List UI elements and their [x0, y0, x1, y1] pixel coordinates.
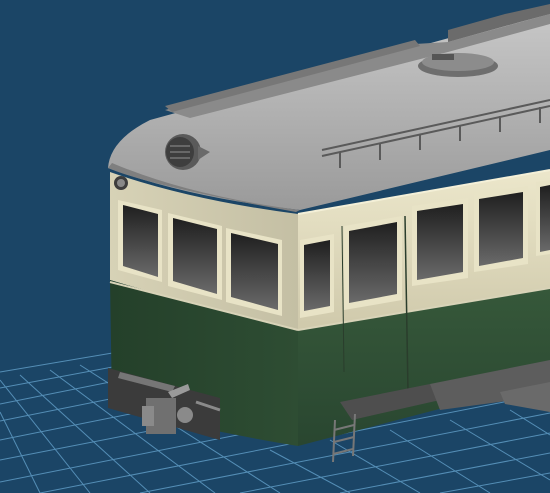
scene-canvas[interactable] — [0, 0, 550, 493]
roof-vent-icon[interactable] — [418, 53, 498, 77]
3d-viewport[interactable] — [0, 0, 550, 493]
